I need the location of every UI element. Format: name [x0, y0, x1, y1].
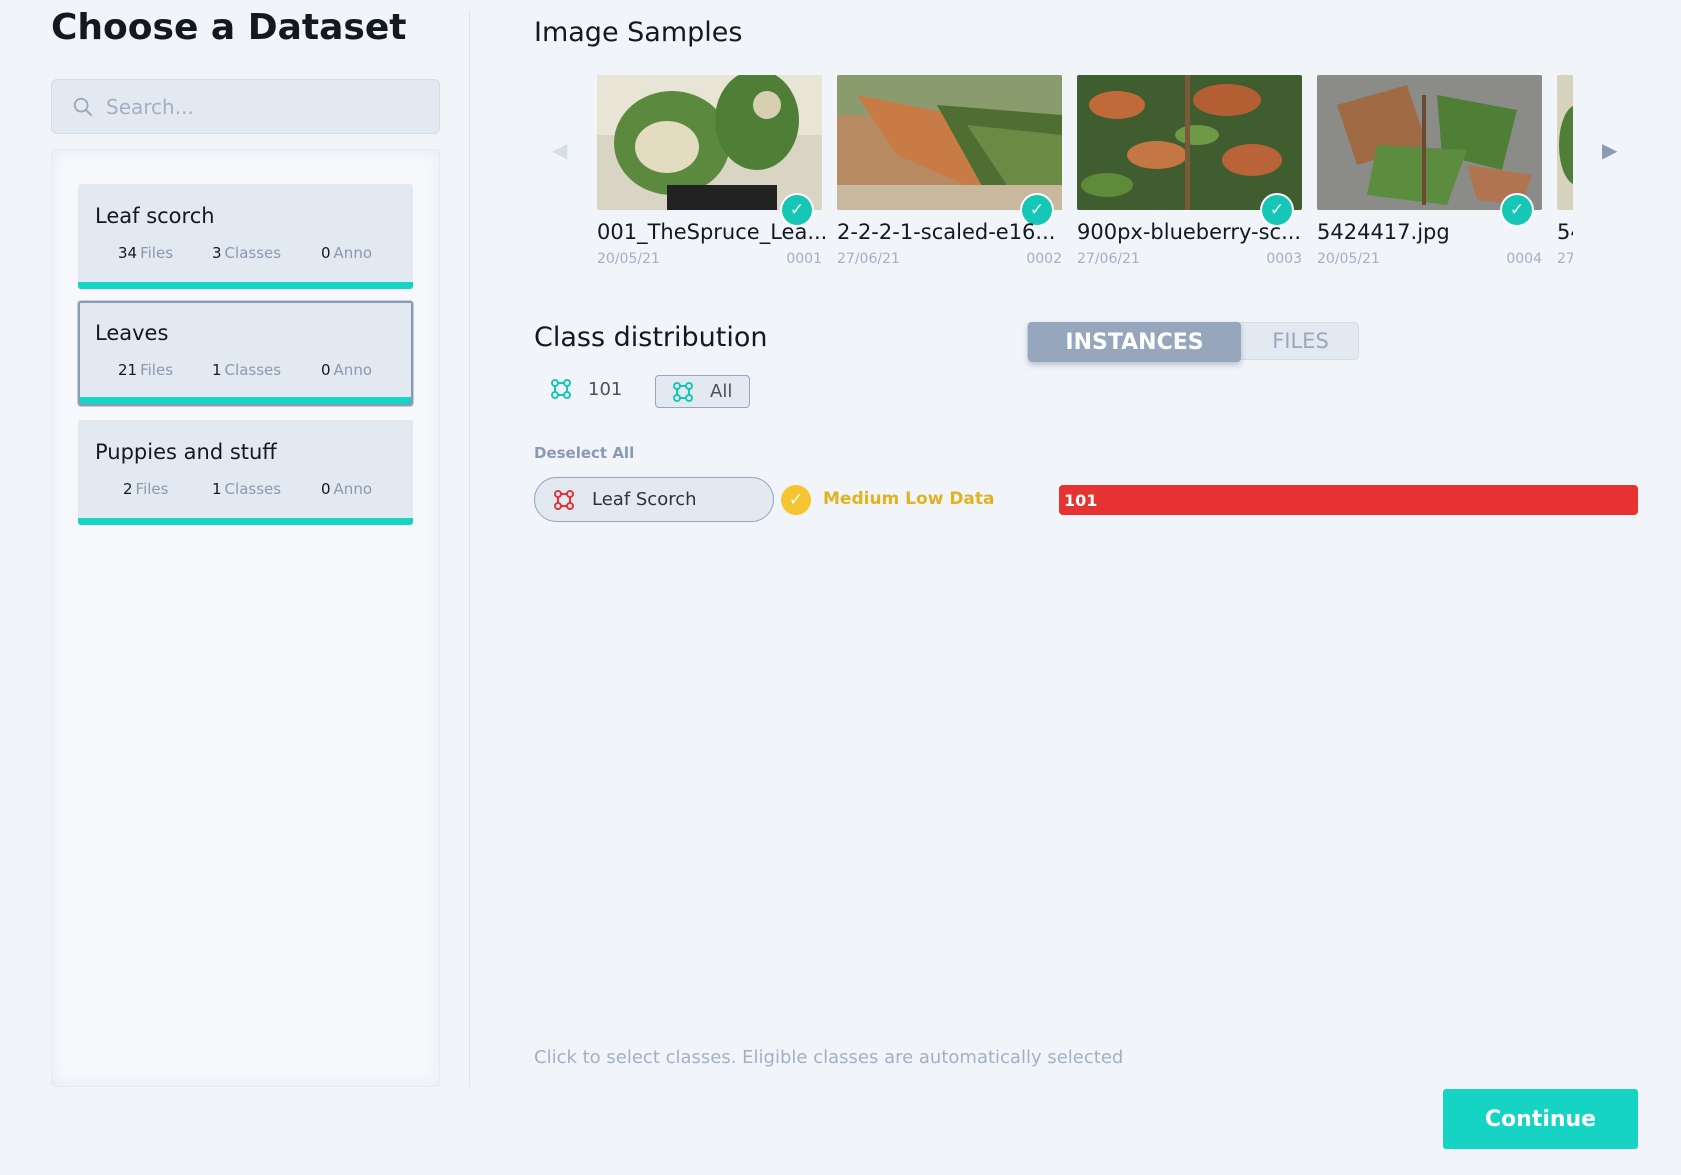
sample-filename: 2-2-2-1-scaled-e16... — [837, 220, 1056, 244]
sample-id: 0001 — [786, 251, 822, 267]
distribution-bar — [1059, 485, 1638, 515]
dataset-name: Leaf scorch — [95, 204, 215, 228]
search-box[interactable] — [51, 79, 440, 134]
search-icon — [73, 97, 93, 116]
classes-label: Classes — [224, 361, 282, 379]
sample-filename: 54 — [1557, 220, 1573, 244]
anno-label: Anno — [333, 480, 372, 498]
carousel-next-icon[interactable]: ▶ — [1602, 138, 1617, 162]
sample-filename: 001_TheSpruce_Lea... — [597, 220, 828, 244]
sample-date: 27 — [1557, 251, 1573, 267]
dataset-list[interactable]: Leaf scorch 34 Files 3 Classes 0 Anno Leave… — [51, 149, 440, 1087]
toggle-instances[interactable]: INSTANCES — [1028, 322, 1241, 362]
sample-thumbnail[interactable] — [597, 75, 822, 210]
card-accent-bar — [78, 518, 413, 525]
selection-hint: Click to select classes. Eligible classe… — [534, 1047, 1124, 1068]
card-accent-bar — [78, 282, 413, 289]
sample-date: 20/05/21 — [597, 251, 660, 267]
toggle-files[interactable]: FILES — [1241, 323, 1360, 359]
instance-count: 101 — [550, 378, 622, 400]
select-all-label: All — [710, 381, 733, 402]
anno-label: Anno — [333, 244, 372, 262]
sample-item[interactable]: ✓ 5424417.jpg 20/05/21 0004 — [1317, 75, 1542, 275]
distribution-title: Class distribution — [534, 322, 768, 353]
page-title: Choose a Dataset — [51, 7, 407, 48]
anno-count: 0 — [321, 244, 331, 262]
distribution-bar-track: 101 — [1059, 485, 1638, 515]
sample-item[interactable]: ✓ 900px-blueberry-sc... 27/06/21 0003 — [1077, 75, 1302, 275]
dataset-card-leaves[interactable]: Leaves 21 Files 1 Classes 0 Anno — [78, 301, 413, 406]
classes-label: Classes — [224, 480, 282, 498]
data-status: Medium Low Data — [823, 489, 995, 509]
total-count: 101 — [588, 378, 623, 400]
class-nodes-icon — [673, 381, 693, 402]
classes-label: Classes — [224, 244, 282, 262]
sample-thumbnail[interactable] — [837, 75, 1062, 210]
status-check-icon: ✓ — [781, 485, 811, 515]
sample-id: 0004 — [1506, 251, 1542, 267]
image-carousel[interactable]: ✓ 001_TheSpruce_Lea... 20/05/21 0001 ✓ 2… — [597, 75, 1573, 275]
sample-thumbnail[interactable] — [1077, 75, 1302, 210]
sample-filename: 5424417.jpg — [1317, 220, 1450, 244]
search-input[interactable] — [106, 94, 406, 119]
classes-count: 1 — [212, 480, 222, 498]
classes-count: 3 — [212, 244, 222, 262]
dataset-card-puppies[interactable]: Puppies and stuff 2 Files 1 Classes 0 Anno — [78, 420, 413, 525]
count-mode-toggle[interactable]: INSTANCES FILES — [1027, 322, 1360, 362]
sample-thumbnail[interactable] — [1317, 75, 1542, 210]
classes-count: 1 — [212, 361, 222, 379]
sample-date: 27/06/21 — [837, 251, 900, 267]
sample-id: 0003 — [1266, 251, 1302, 267]
sample-id: 0002 — [1026, 251, 1062, 267]
sample-filename: 900px-blueberry-sc... — [1077, 220, 1302, 244]
sample-item[interactable]: 54 27 — [1557, 75, 1573, 275]
sample-thumbnail[interactable] — [1557, 75, 1573, 210]
files-label: Files — [140, 244, 174, 262]
carousel-prev-icon[interactable]: ◀ — [552, 138, 567, 162]
files-count: 2 — [123, 480, 133, 498]
files-label: Files — [140, 361, 174, 379]
sample-date: 20/05/21 — [1317, 251, 1380, 267]
files-count: 21 — [118, 361, 138, 379]
deselect-all-link[interactable]: Deselect All — [534, 444, 634, 462]
dataset-name: Leaves — [95, 321, 169, 345]
class-nodes-icon — [551, 379, 571, 399]
continue-button[interactable]: Continue — [1443, 1089, 1638, 1149]
panel-divider — [469, 10, 470, 1087]
anno-count: 0 — [321, 361, 331, 379]
class-nodes-icon — [554, 489, 574, 510]
dataset-name: Puppies and stuff — [95, 440, 277, 464]
distribution-value: 101 — [1064, 491, 1098, 510]
class-chip-leaf-scorch[interactable]: Leaf Scorch — [534, 477, 774, 522]
class-name: Leaf Scorch — [592, 489, 697, 510]
dataset-card-leaf-scorch[interactable]: Leaf scorch 34 Files 3 Classes 0 Anno — [78, 184, 413, 289]
files-count: 34 — [118, 244, 138, 262]
anno-count: 0 — [321, 480, 331, 498]
sample-date: 27/06/21 — [1077, 251, 1140, 267]
sample-item[interactable]: ✓ 2-2-2-1-scaled-e16... 27/06/21 0002 — [837, 75, 1062, 275]
selected-check-icon: ✓ — [1502, 195, 1532, 225]
samples-title: Image Samples — [534, 17, 743, 48]
select-all-button[interactable]: All — [655, 375, 750, 408]
anno-label: Anno — [333, 361, 372, 379]
card-accent-bar — [80, 397, 411, 404]
files-label: Files — [135, 480, 169, 498]
sample-item[interactable]: ✓ 001_TheSpruce_Lea... 20/05/21 0001 — [597, 75, 827, 275]
